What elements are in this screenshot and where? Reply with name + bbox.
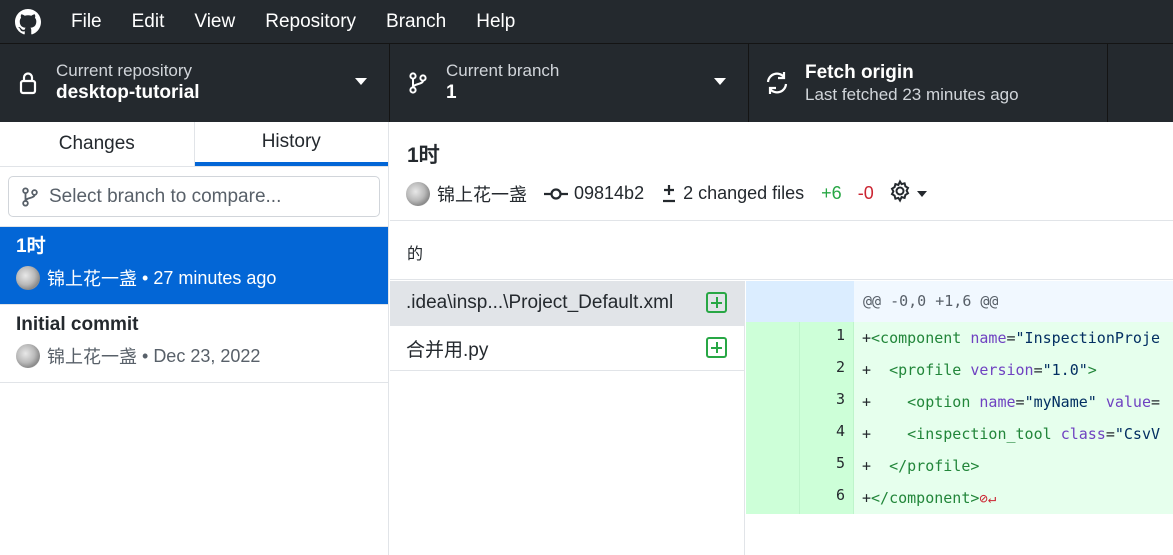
diff-line-code: + <inspection_tool class="CsvV [862, 425, 1161, 443]
compare-bar: Select branch to compare... [0, 167, 388, 227]
avatar [406, 181, 430, 206]
sidebar-tabs: Changes History [0, 122, 388, 167]
sync-icon [749, 71, 805, 95]
file-name: .idea\insp...\Project_Default.xml [406, 292, 674, 313]
file-name: 合并用.py [406, 339, 489, 361]
diff-icon [661, 184, 677, 204]
commit-summary: 1时 锦上花一盏 09814b2 2 changed files +6 -0 [390, 122, 1173, 221]
gear-icon [888, 179, 912, 208]
commit-list-item[interactable]: 1时 锦上花一盏 • 27 minutes ago [0, 227, 388, 305]
deletions-count: -0 [857, 183, 874, 203]
diff-line: 4 + <inspection_tool class="CsvV [746, 418, 1173, 450]
additions-count: +6 [821, 183, 842, 203]
diff-settings-button[interactable] [888, 179, 927, 208]
repo-name: desktop-tutorial [56, 82, 200, 103]
repository-selector[interactable]: Current repository desktop-tutorial [0, 44, 390, 122]
diff-empty-area [746, 514, 1173, 554]
old-line-number [746, 354, 800, 386]
diff-line: 3 + <option name="myName" value= [746, 386, 1173, 418]
git-commit-icon [544, 187, 568, 201]
new-line-number: 2 [800, 354, 854, 386]
diff-added-icon [706, 337, 727, 358]
repo-label: Current repository [56, 61, 193, 80]
new-line-number: 5 [800, 450, 854, 482]
commit-author: 锦上花一盏 [47, 269, 137, 289]
sidebar: Changes History Select branch to compare… [0, 122, 389, 555]
menu-bar: File Edit View Repository Branch Help [0, 0, 1173, 43]
meta-separator: • [137, 345, 154, 366]
commit-title: 1时 [16, 236, 46, 257]
chevron-down-icon [916, 190, 927, 197]
tab-changes[interactable]: Changes [0, 122, 195, 166]
avatar [16, 344, 40, 368]
tab-history[interactable]: History [194, 122, 388, 166]
hunk-gutter [746, 281, 854, 322]
diff-line-code: +<component name="InspectionProje [862, 329, 1161, 347]
commit-title: Initial commit [16, 314, 139, 335]
old-line-number [746, 482, 800, 514]
menu-edit[interactable]: Edit [117, 0, 180, 43]
menu-branch[interactable]: Branch [371, 0, 461, 43]
new-line-number: 4 [800, 418, 854, 450]
file-list-item[interactable]: .idea\insp...\Project_Default.xml [390, 281, 744, 326]
file-list-item[interactable]: 合并用.py [390, 326, 744, 371]
diff-line: 1 +<component name="InspectionProje [746, 322, 1173, 354]
changed-files-count: 2 changed files [683, 183, 805, 203]
commit-description: 的 [390, 222, 1173, 280]
new-line-number: 6 [800, 482, 854, 514]
commit-sha-text: 09814b2 [574, 183, 645, 203]
commit-list-item[interactable]: Initial commit 锦上花一盏 • Dec 23, 2022 [0, 305, 388, 383]
commit-author: 锦上花一盏 [437, 184, 527, 205]
menu-repository[interactable]: Repository [250, 0, 371, 43]
diff-view[interactable]: @@ -0,0 +1,6 @@ 1 +<component name="Insp… [746, 281, 1173, 555]
toolbar: Current repository desktop-tutorial Curr… [0, 43, 1173, 122]
fetch-origin-button[interactable]: Fetch origin Last fetched 23 minutes ago [749, 44, 1108, 122]
branch-selector[interactable]: Current branch 1 [390, 44, 749, 122]
menu-help[interactable]: Help [461, 0, 530, 43]
no-newline-icon: ⊘↵ [979, 491, 997, 507]
diff-line: 5 + </profile> [746, 450, 1173, 482]
new-line-number: 1 [800, 322, 854, 354]
git-branch-icon [390, 71, 446, 95]
branch-name: 1 [446, 82, 457, 103]
changed-file-list: .idea\insp...\Project_Default.xml 合并用.py [390, 281, 745, 555]
menu-view[interactable]: View [179, 0, 250, 43]
chevron-down-icon [714, 78, 726, 85]
diff-line-code: + </profile> [862, 457, 980, 475]
diff-line: 2 + <profile version="1.0"> [746, 354, 1173, 386]
diff-line-code: +</component>⊘↵ [862, 489, 997, 507]
commit-description-text: 的 [407, 246, 424, 263]
diff-line: 6 +</component>⊘↵ [746, 482, 1173, 514]
commit-time: 27 minutes ago [153, 267, 277, 288]
lock-icon [0, 71, 56, 95]
chevron-down-icon [355, 78, 367, 85]
hunk-header-row: @@ -0,0 +1,6 @@ [746, 281, 1173, 322]
fetch-title: Fetch origin [805, 62, 914, 83]
new-line-number: 3 [800, 386, 854, 418]
commit-summary-meta: 锦上花一盏 09814b2 2 changed files +6 -0 [406, 179, 927, 208]
commit-summary-title: 1时 [407, 144, 440, 167]
meta-separator: • [137, 267, 154, 288]
github-mark-icon[interactable] [0, 0, 56, 43]
diff-line-code: + <profile version="1.0"> [862, 361, 1097, 379]
branch-label: Current branch [446, 61, 560, 80]
old-line-number [746, 418, 800, 450]
diff-line-code: + <option name="myName" value= [862, 393, 1161, 411]
old-line-number [746, 450, 800, 482]
git-branch-icon [21, 186, 39, 208]
compare-branch-input[interactable]: Select branch to compare... [8, 176, 380, 217]
compare-placeholder: Select branch to compare... [49, 185, 282, 207]
old-line-number [746, 386, 800, 418]
old-line-number [746, 322, 800, 354]
fetch-subtitle: Last fetched 23 minutes ago [805, 85, 1019, 104]
diff-added-icon [706, 292, 727, 313]
commit-author: 锦上花一盏 [47, 347, 137, 367]
avatar [16, 266, 40, 290]
commit-time: Dec 23, 2022 [153, 345, 261, 366]
menu-file[interactable]: File [56, 0, 117, 43]
hunk-header: @@ -0,0 +1,6 @@ [863, 292, 999, 310]
commit-sha[interactable]: 09814b2 [544, 183, 644, 204]
